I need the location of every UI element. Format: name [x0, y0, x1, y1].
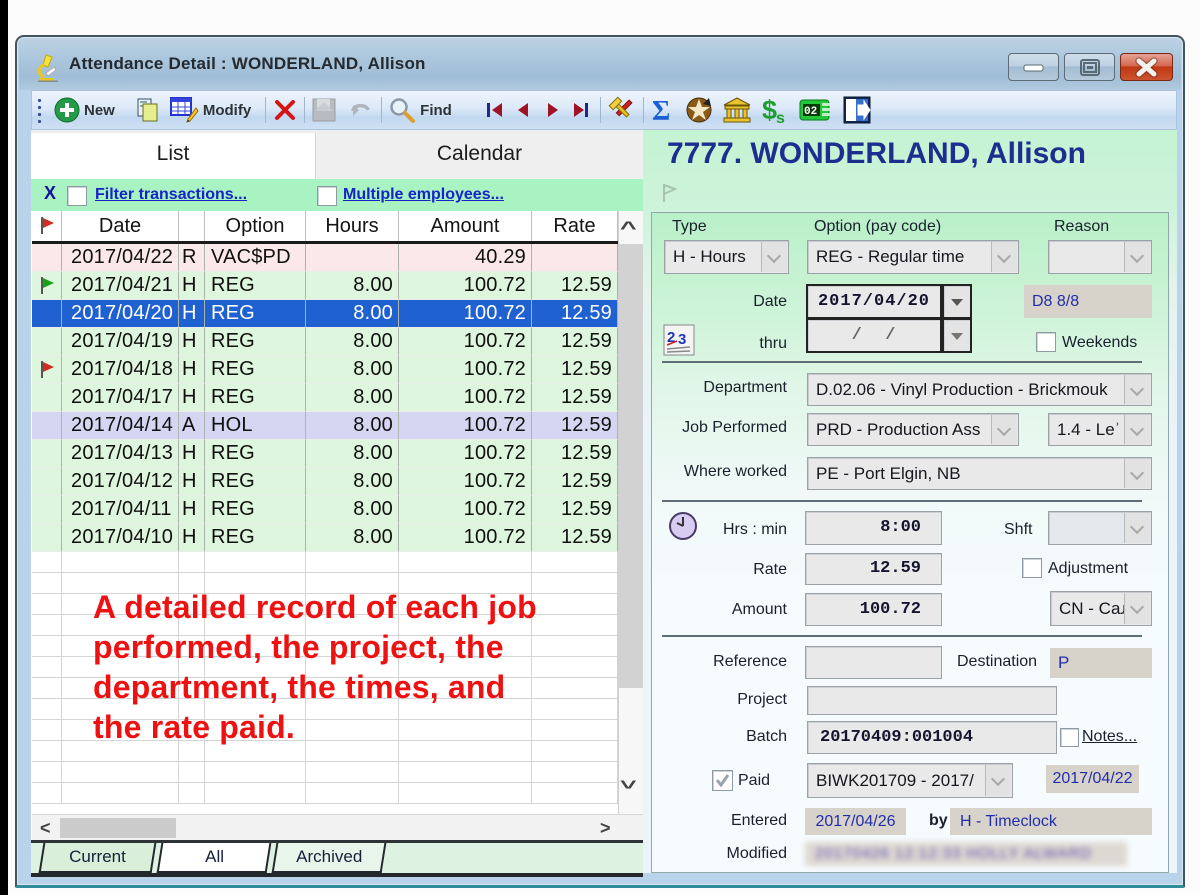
svg-text:3: 3: [678, 331, 686, 348]
svg-text:s: s: [776, 110, 785, 125]
svg-text:$: $: [762, 95, 777, 125]
svg-text:02: 02: [804, 106, 817, 118]
svg-text:Σ: Σ: [652, 96, 670, 125]
